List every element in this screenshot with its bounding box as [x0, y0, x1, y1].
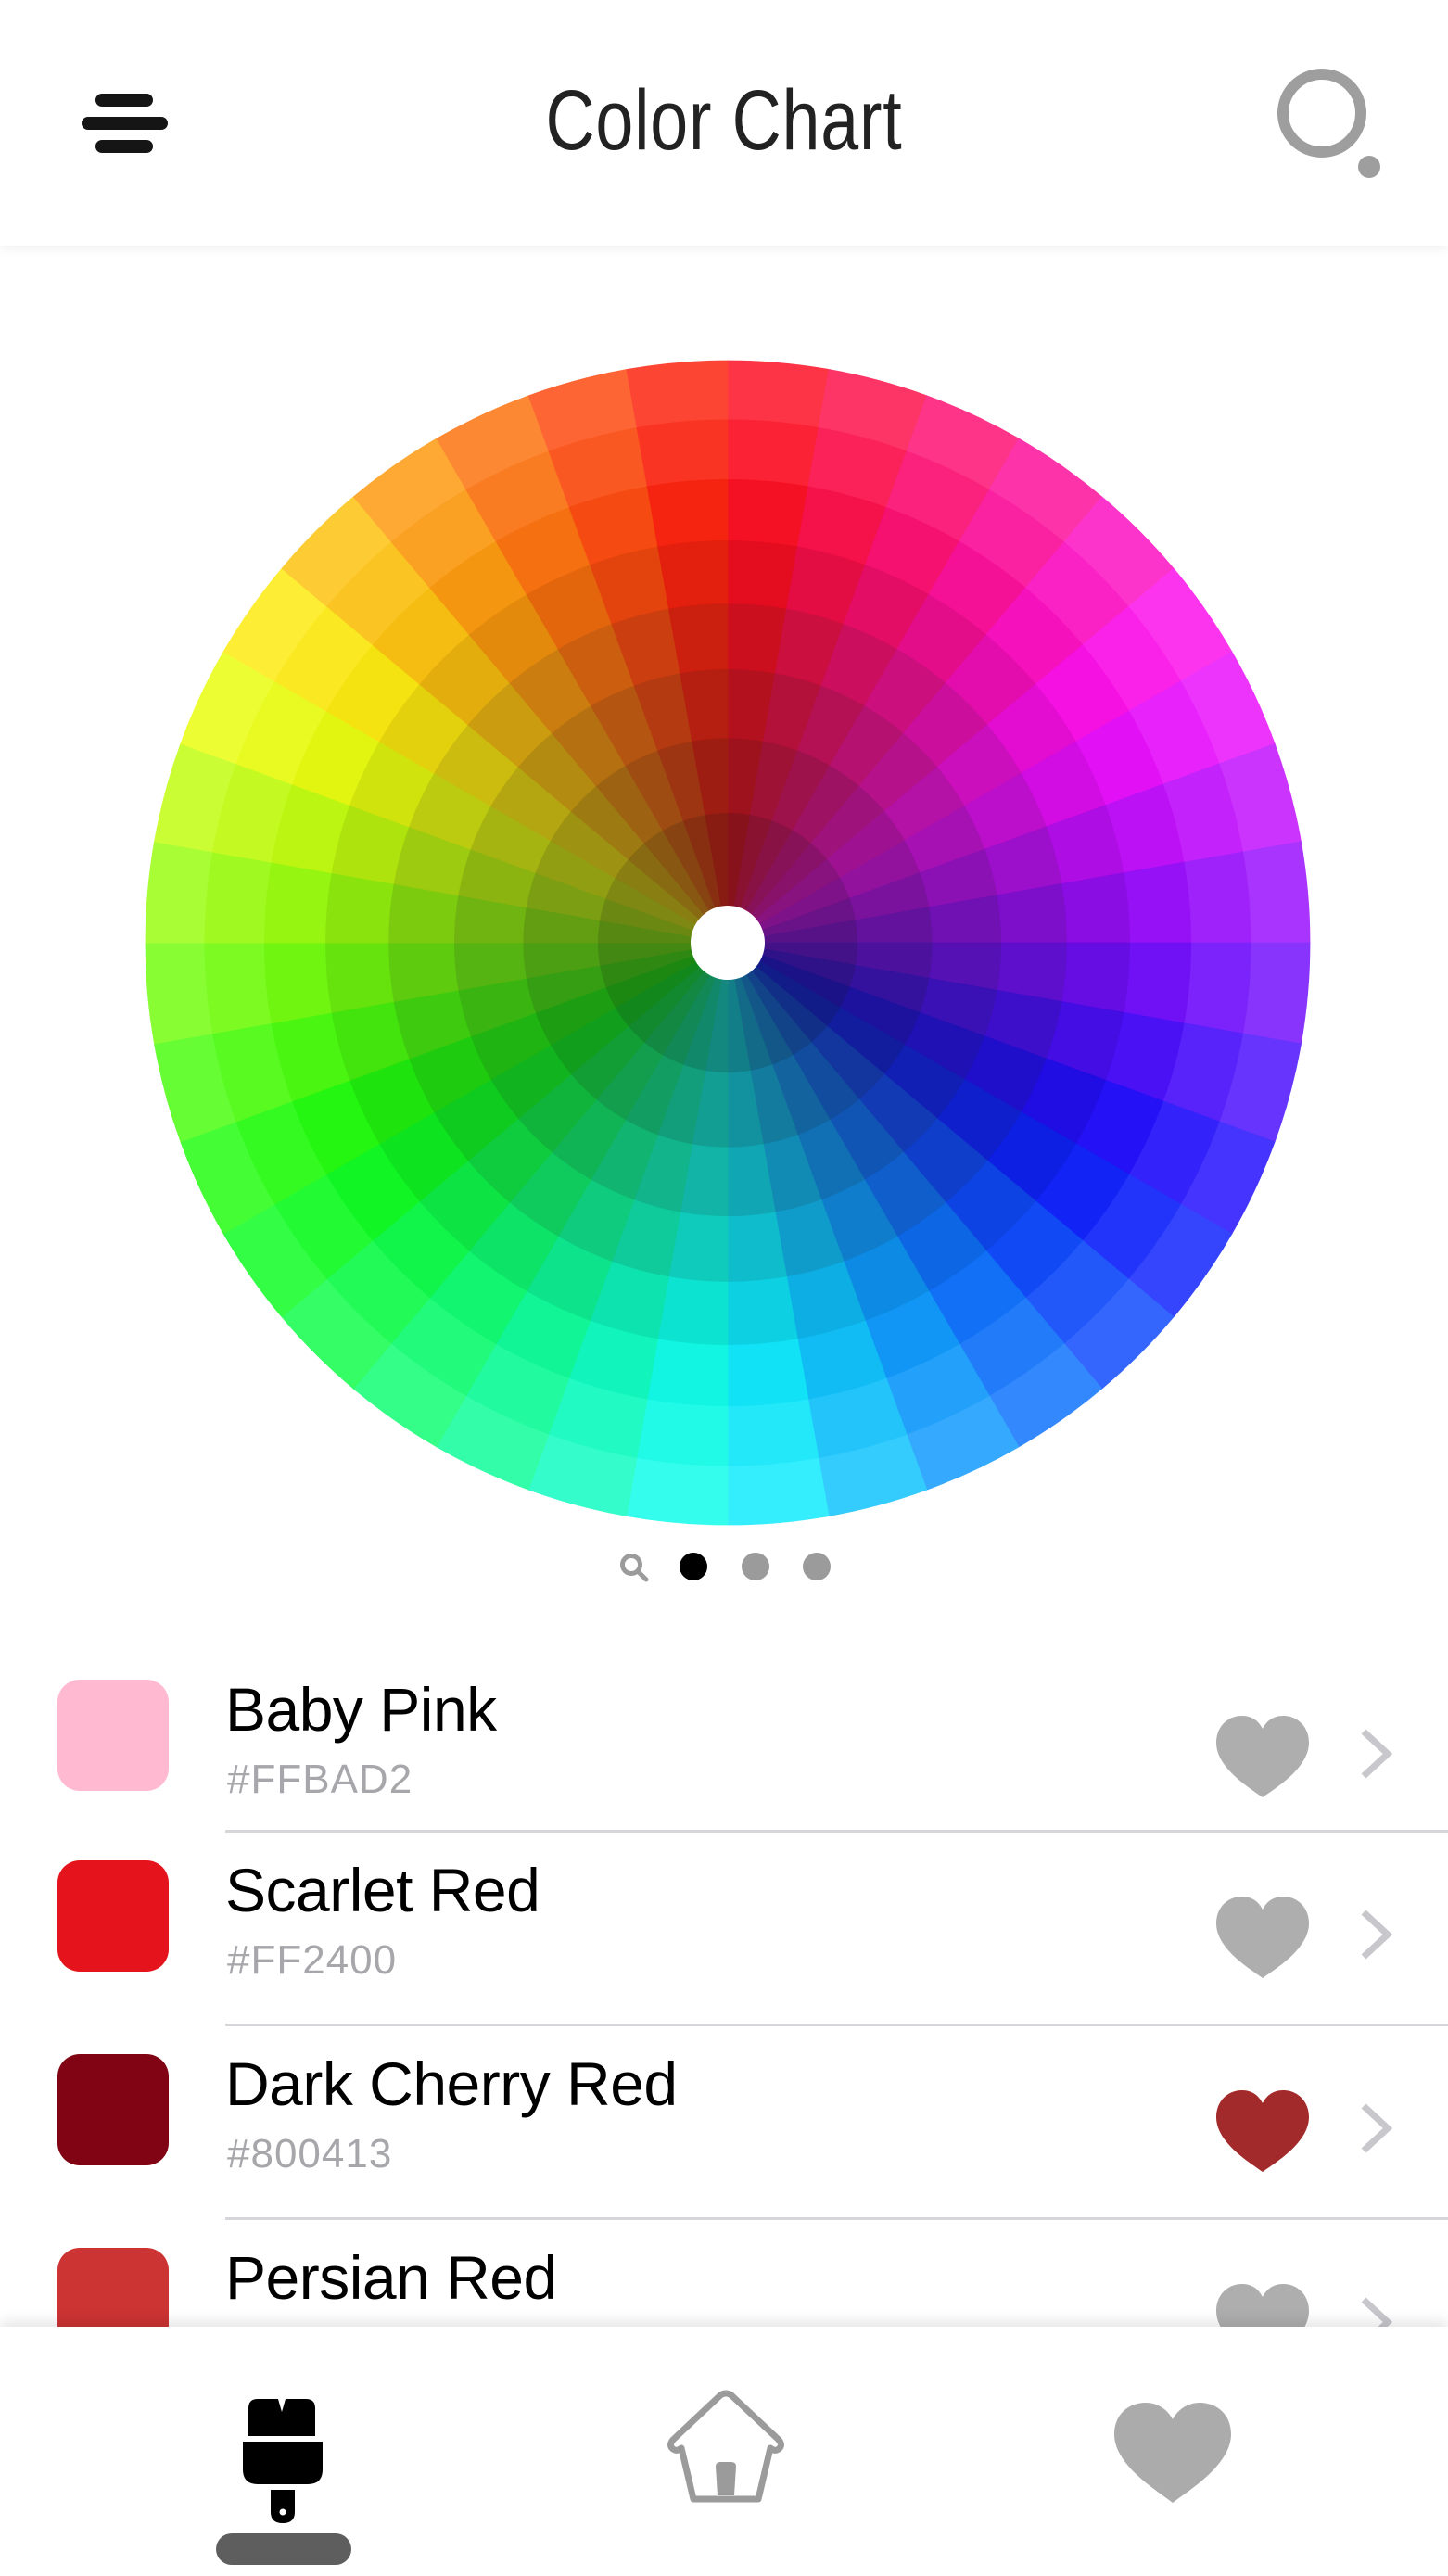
color-wheel-cell[interactable] [1184, 851, 1252, 944]
color-wheel-cell[interactable] [646, 1339, 729, 1407]
color-wheel-cell[interactable] [1124, 942, 1192, 1024]
color-wheel-cell[interactable] [145, 942, 213, 1045]
color-wheel-cell[interactable] [1242, 841, 1311, 944]
color-name: Baby Pink [225, 1675, 497, 1744]
color-wheel-cell[interactable] [1061, 872, 1131, 944]
page-dot-2[interactable] [742, 1553, 769, 1580]
color-wheel-cell[interactable] [727, 539, 798, 609]
color-wheel-cell[interactable] [1124, 861, 1192, 944]
color-wheel-graphic[interactable] [139, 352, 1316, 1534]
color-hex: #800413 [227, 2131, 393, 2176]
color-list: Baby Pink #FFBAD2 Scarlet Red #FF2400 Da… [0, 1669, 1448, 2414]
color-wheel-cell[interactable] [1242, 942, 1311, 1045]
color-hex: #FFBAD2 [227, 1757, 413, 1802]
color-wheel-cell[interactable] [636, 1399, 729, 1467]
color-swatch [57, 1860, 169, 1972]
color-wheel-cell[interactable] [263, 942, 332, 1024]
tab-paint[interactable] [144, 2327, 422, 2576]
color-wheel-cell[interactable] [203, 851, 272, 944]
page-indicator [0, 1546, 1448, 1587]
chevron-right-icon[interactable] [1358, 1728, 1395, 1780]
list-item[interactable]: Dark Cherry Red #800413 [0, 2026, 1448, 2220]
color-wheel-cell[interactable] [203, 942, 272, 1034]
active-tab-indicator [216, 2533, 351, 2565]
color-name: Scarlet Red [225, 1856, 540, 1924]
color-wheel-cell[interactable] [657, 539, 729, 609]
color-wheel-cell[interactable] [145, 841, 213, 944]
favorite-heart-icon[interactable] [1214, 1715, 1311, 1798]
color-wheel-cell[interactable] [727, 478, 809, 547]
color-wheel-cell[interactable] [727, 418, 819, 487]
favorite-heart-icon[interactable] [1214, 2089, 1311, 2173]
color-wheel-cell[interactable] [324, 872, 394, 944]
tab-home[interactable] [587, 2327, 865, 2576]
home-icon [667, 2390, 784, 2503]
page-dot-1[interactable] [680, 1553, 707, 1580]
chevron-right-icon[interactable] [1358, 1909, 1395, 1961]
page-dot-3[interactable] [803, 1553, 831, 1580]
color-name: Persian Red [225, 2243, 557, 2312]
favorite-heart-icon[interactable] [1214, 1896, 1311, 1979]
color-wheel-cell[interactable] [727, 1457, 830, 1526]
search-button[interactable] [1277, 69, 1389, 180]
color-wheel-cell[interactable] [727, 1339, 809, 1407]
color-wheel-cell[interactable] [657, 1276, 729, 1346]
list-item[interactable]: Scarlet Red #FF2400 [0, 1833, 1448, 2026]
paintbrush-icon [243, 2399, 323, 2523]
page-title: Color Chart [545, 73, 903, 168]
tab-favorites[interactable] [1034, 2327, 1312, 2576]
color-wheel-cell[interactable] [636, 418, 729, 487]
color-wheel-center [691, 906, 765, 980]
chevron-right-icon[interactable] [1358, 2102, 1395, 2154]
color-swatch [57, 1680, 169, 1791]
color-swatch [57, 2054, 169, 2165]
color-wheel-cell[interactable] [646, 478, 729, 547]
color-name: Dark Cherry Red [225, 2049, 678, 2118]
app-header: Color Chart [0, 0, 1448, 246]
color-wheel-cell[interactable] [727, 1276, 798, 1346]
list-item[interactable]: Baby Pink #FFBAD2 [0, 1669, 1448, 1833]
color-wheel-cell[interactable] [727, 360, 830, 428]
color-wheel-cell[interactable] [626, 1457, 729, 1526]
tab-bar [0, 2327, 1448, 2576]
color-wheel[interactable] [139, 352, 1316, 1534]
color-wheel-cell[interactable] [1184, 942, 1252, 1034]
color-wheel-cell[interactable] [324, 942, 394, 1013]
heart-icon [1114, 2403, 1231, 2503]
color-wheel-cell[interactable] [1061, 942, 1131, 1013]
color-wheel-cell[interactable] [727, 1399, 819, 1467]
color-hex: #FF2400 [227, 1937, 398, 1983]
color-wheel-cell[interactable] [263, 861, 332, 944]
color-wheel-cell[interactable] [626, 360, 729, 428]
search-icon[interactable] [618, 1552, 650, 1583]
